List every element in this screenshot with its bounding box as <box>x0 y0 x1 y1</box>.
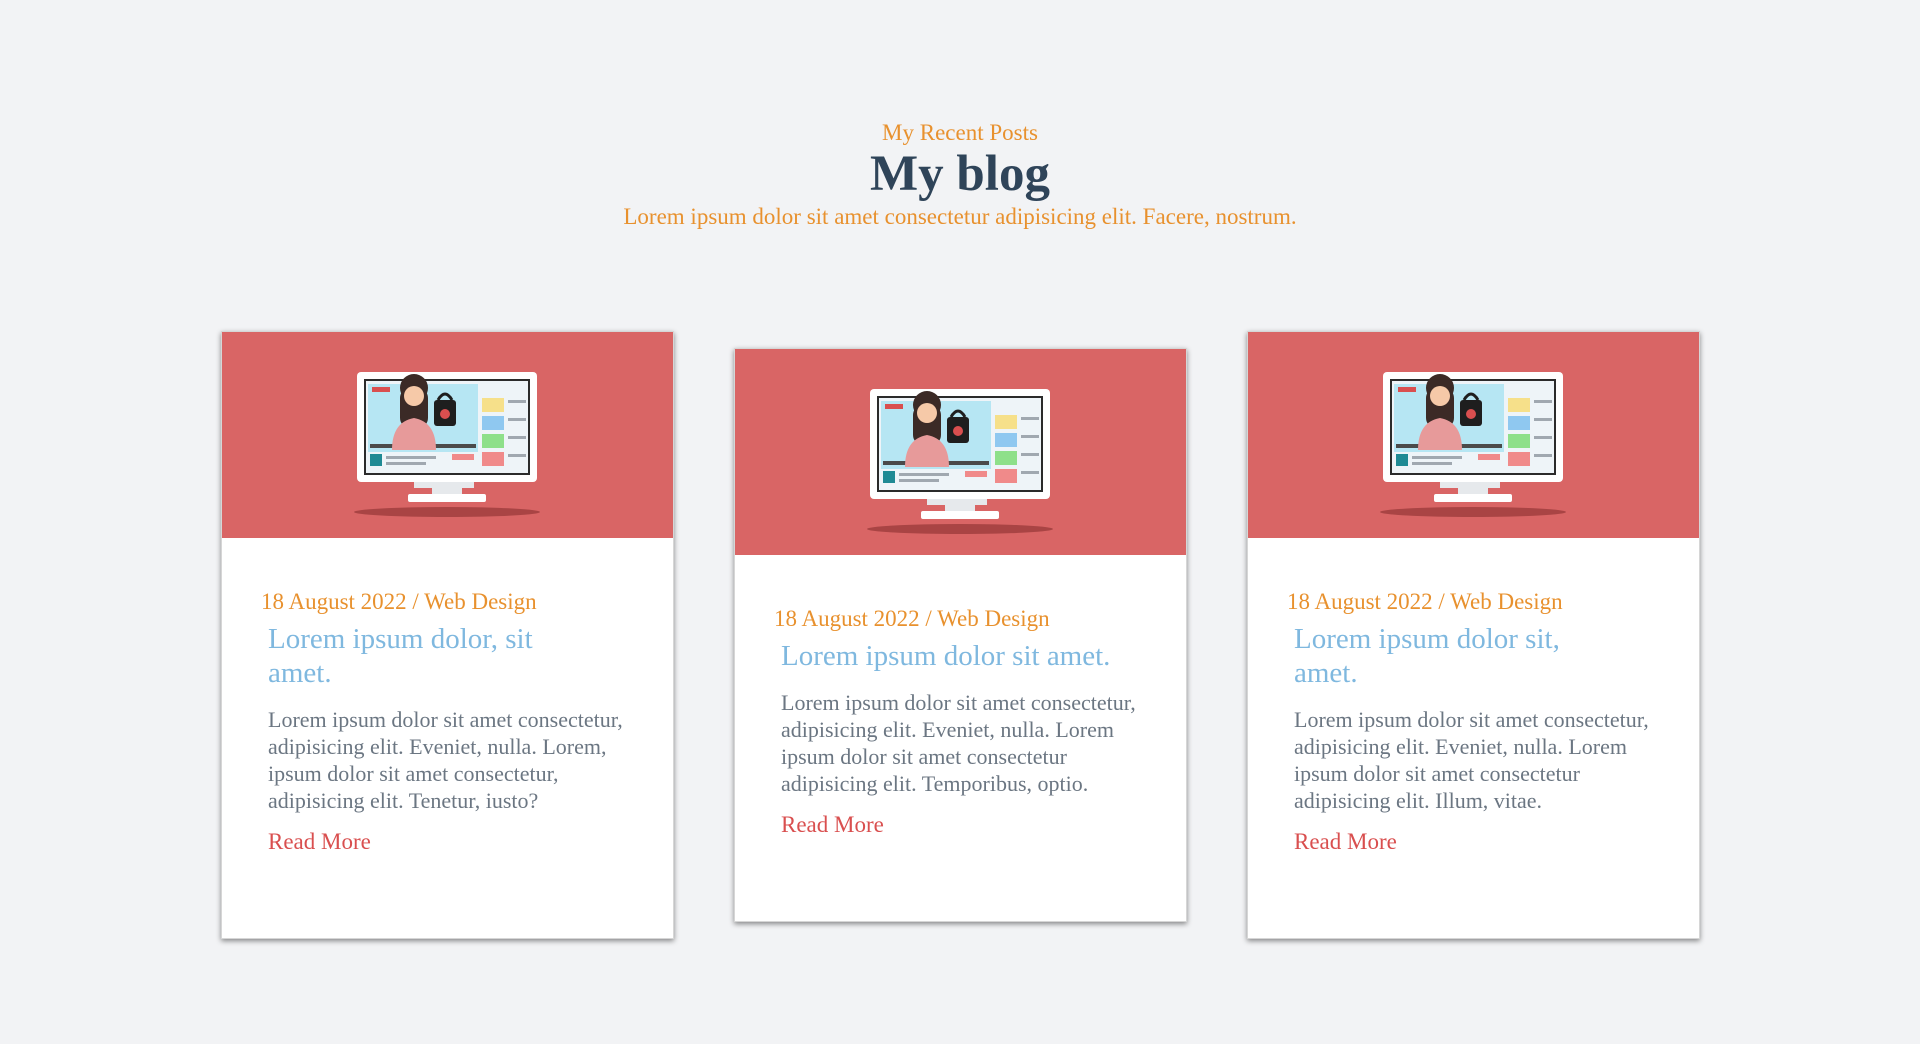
card-image <box>735 349 1186 555</box>
post-excerpt: Lorem ipsum dolor sit amet consectetur, … <box>268 707 623 813</box>
blog-card: 18 August 2022 / Web Design Lorem ipsum … <box>1247 331 1700 939</box>
post-meta: 18 August 2022 / Web Design <box>261 589 537 614</box>
section-eyebrow: My Recent Posts <box>882 120 1038 145</box>
page-subtitle: Lorem ipsum dolor sit amet consectetur a… <box>623 204 1297 229</box>
post-title[interactable]: Lorem ipsum dolor, sit amet. <box>268 622 568 690</box>
blog-card: 18 August 2022 / Web Design Lorem ipsum … <box>734 348 1187 922</box>
page-title: My blog <box>870 146 1050 202</box>
blog-card: 18 August 2022 / Web Design Lorem ipsum … <box>221 331 674 939</box>
read-more-link[interactable]: Read More <box>268 828 371 856</box>
monitor-illustration-icon <box>354 372 540 517</box>
post-meta: 18 August 2022 / Web Design <box>1287 589 1563 614</box>
read-more-link[interactable]: Read More <box>1294 828 1397 856</box>
post-excerpt: Lorem ipsum dolor sit amet consectetur, … <box>1294 707 1649 813</box>
card-image <box>222 332 673 538</box>
blog-header: My Recent Posts My blog Lorem ipsum dolo… <box>0 118 1920 233</box>
card-image <box>1248 332 1699 538</box>
post-title[interactable]: Lorem ipsum dolor sit, amet. <box>1294 622 1594 690</box>
post-meta: 18 August 2022 / Web Design <box>774 606 1050 631</box>
monitor-illustration-icon <box>1380 372 1566 517</box>
post-excerpt: Lorem ipsum dolor sit amet consectetur, … <box>781 690 1136 796</box>
monitor-illustration-icon <box>867 389 1053 534</box>
read-more-link[interactable]: Read More <box>781 811 884 839</box>
post-title[interactable]: Lorem ipsum dolor sit amet. <box>781 639 1151 673</box>
